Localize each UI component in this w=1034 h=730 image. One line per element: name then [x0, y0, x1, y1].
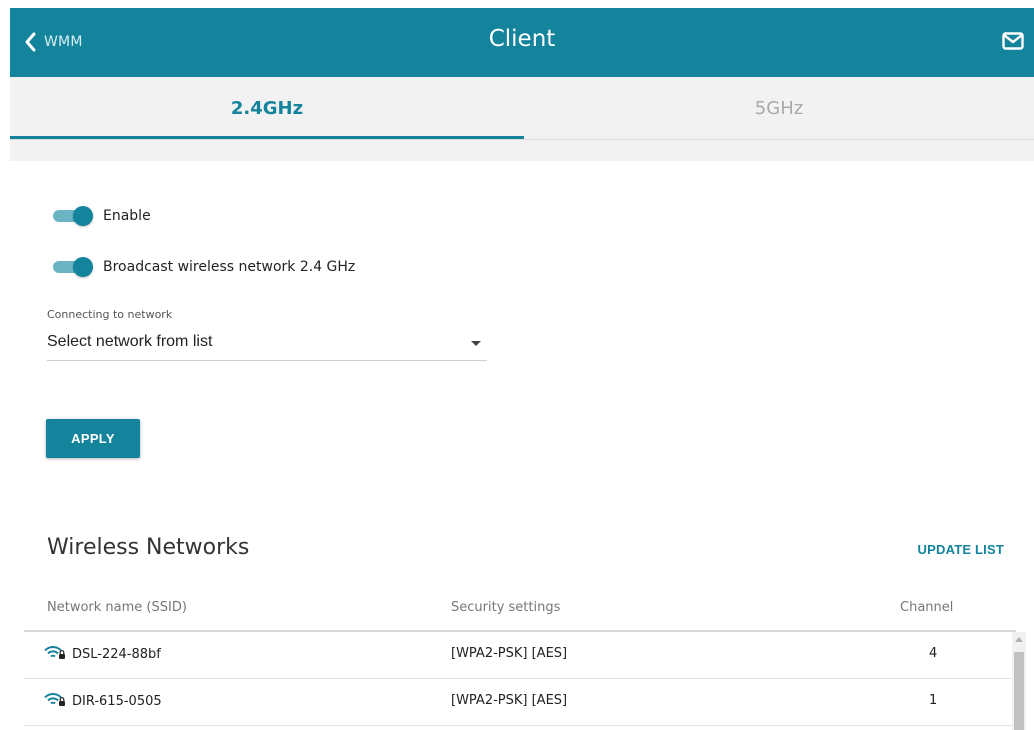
ssid-text: DIR-615-0505 — [72, 693, 162, 709]
caret-down-icon — [471, 341, 481, 346]
top-bar: WMM Client — [10, 8, 1034, 77]
wireless-networks-title: Wireless Networks — [47, 535, 250, 560]
toggle-knob — [73, 206, 93, 226]
scroll-thumb[interactable] — [1014, 652, 1024, 730]
wifi-locked-icon — [44, 691, 66, 711]
network-select[interactable]: Select network from list — [47, 326, 487, 361]
broadcast-toggle[interactable] — [53, 257, 93, 277]
table-row[interactable]: DSL-224-88bf [WPA2-PSK] [AES] 4 — [24, 632, 1014, 679]
toggle-knob — [73, 257, 93, 277]
band-tabs: 2.4GHz 5GHz — [10, 77, 1034, 140]
ssid-cell: DIR-615-0505 — [44, 691, 162, 711]
column-header-channel: Channel — [900, 600, 954, 615]
network-select-value: Select network from list — [47, 333, 213, 350]
connecting-caption: Connecting to network — [47, 308, 173, 321]
enable-toggle[interactable] — [53, 206, 93, 226]
ssid-cell: DSL-224-88bf — [44, 644, 161, 664]
channel-cell: 4 — [929, 646, 938, 661]
channel-cell: 1 — [929, 693, 938, 708]
column-header-security: Security settings — [451, 600, 561, 615]
tab-5ghz[interactable]: 5GHz — [524, 77, 1034, 139]
broadcast-label: Broadcast wireless network 2.4 GHz — [103, 259, 356, 275]
ssid-text: DSL-224-88bf — [72, 646, 161, 662]
update-list-button[interactable]: UPDATE LIST — [918, 542, 1004, 557]
enable-row: Enable — [53, 206, 151, 226]
security-cell: [WPA2-PSK] [AES] — [451, 693, 568, 708]
wifi-locked-icon — [44, 644, 66, 664]
app-window: WMM Client 2.4GHz 5GHz Enable Broadcast … — [10, 8, 1034, 730]
settings-panel: Enable Broadcast wireless network 2.4 GH… — [10, 161, 1034, 730]
security-cell: [WPA2-PSK] [AES] — [451, 646, 568, 661]
table-row[interactable]: DIR-615-0505 [WPA2-PSK] [AES] 1 — [24, 679, 1014, 726]
tab-2-4ghz[interactable]: 2.4GHz — [10, 77, 524, 139]
networks-table-body: DSL-224-88bf [WPA2-PSK] [AES] 4 DIR-615-… — [24, 632, 1014, 730]
scroll-up-arrow-icon[interactable] — [1015, 637, 1023, 642]
column-header-ssid: Network name (SSID) — [47, 600, 187, 615]
mail-icon[interactable] — [1002, 32, 1024, 50]
page-title: Client — [488, 26, 556, 52]
active-tab-indicator — [10, 136, 524, 139]
broadcast-row: Broadcast wireless network 2.4 GHz — [53, 257, 355, 277]
table-scrollbar[interactable] — [1012, 632, 1026, 730]
apply-button[interactable]: APPLY — [46, 419, 140, 458]
enable-label: Enable — [103, 208, 151, 224]
